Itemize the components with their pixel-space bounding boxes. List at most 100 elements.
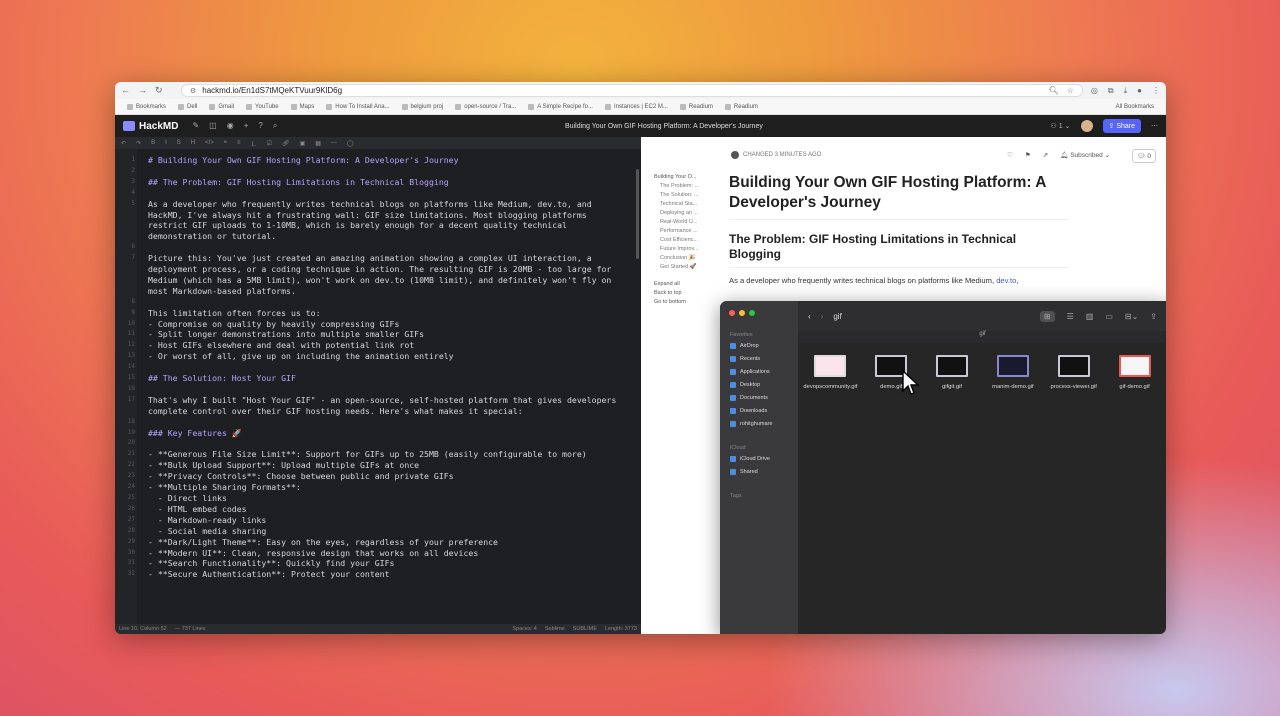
code-line[interactable]: 13 - Or worst of all, give up on includin… [128, 351, 627, 362]
ordered-list-icon[interactable]: ⒈ [251, 139, 257, 148]
code-line[interactable]: 5 As a developer who frequently writes te… [131, 199, 627, 243]
toc-action[interactable]: Go to bottom [654, 298, 699, 307]
bold-icon[interactable]: B [151, 140, 155, 146]
bookmark-item[interactable]: How To Install Ana... [326, 103, 390, 110]
code-line[interactable]: 31 - **Search Functionality**: Quickly fi… [128, 558, 627, 569]
italic-icon[interactable]: I [165, 140, 167, 146]
strike-icon[interactable]: S [177, 140, 181, 146]
all-bookmarks[interactable]: All Bookmarks [1116, 104, 1154, 110]
toc-item[interactable]: Future Improv... [654, 245, 699, 254]
markdown-editor[interactable]: ↶ ↷ B I S H </> ❝ ≡ ⒈ ☑ 🔗︎ ▣ ▦ — ◯ 1 # Bu… [115, 137, 641, 634]
extension-icon[interactable]: ◎ [1091, 86, 1098, 96]
comments-button[interactable]: 💬︎ 0 [1132, 149, 1156, 163]
list-icon[interactable]: ≡ [237, 140, 241, 146]
code-line[interactable]: 18 [128, 417, 627, 428]
bookmark-item[interactable]: Instances | EC2 M... [604, 103, 668, 110]
sidebar-item[interactable]: Desktop [720, 377, 798, 390]
code-line[interactable]: 16 [128, 384, 627, 395]
file-item[interactable]: process-viewer.gif [1045, 355, 1103, 391]
bookmark-item[interactable]: A Simple Recipe fo... [528, 103, 593, 110]
bookmark-item[interactable]: Dell [178, 103, 197, 110]
bookmark-item[interactable]: YouTube [246, 103, 279, 110]
status-item[interactable]: Sublime [545, 626, 565, 632]
comment-icon[interactable]: ◯ [347, 140, 354, 147]
code-line[interactable]: 24 - **Multiple Sharing Formats**: [128, 482, 627, 493]
status-item[interactable]: Spaces: 4 [512, 626, 536, 632]
toc-item[interactable]: Performance ... [654, 227, 699, 236]
code-line[interactable]: 9 This limitation often forces us to: [131, 308, 627, 319]
file-item[interactable]: gifgit.gif [923, 355, 981, 391]
heading-icon[interactable]: H [191, 140, 195, 146]
image-icon[interactable]: ▣ [300, 140, 306, 147]
sidebar-item[interactable]: AirDrop [720, 338, 798, 351]
toc-item[interactable]: Get Started 🚀 [654, 263, 699, 272]
toc-item[interactable]: Deploying an ... [654, 209, 699, 218]
share-button[interactable]: ⇪ Share [1102, 119, 1141, 133]
status-item[interactable]: SUBLIME [573, 626, 597, 632]
code-line[interactable]: 14 [128, 362, 627, 373]
view-mode-icon[interactable]: ◉ [227, 121, 234, 131]
code-line[interactable]: 30 - **Modern UI**: Clean, responsive des… [128, 548, 627, 559]
link-icon[interactable]: 🔗︎ [282, 140, 290, 147]
code-line[interactable]: 10 - Compromise on quality by heavily com… [128, 319, 627, 330]
sidebar-item[interactable]: Downloads [720, 403, 798, 416]
bookmark-item[interactable]: Gmail [209, 103, 234, 110]
code-line[interactable]: 17 That's why I built "Host Your GIF" - a… [128, 395, 627, 417]
share-icon[interactable]: ⇪ [1150, 312, 1157, 321]
toc-item[interactable]: The Problem: ... [654, 182, 699, 191]
subscribe-button[interactable]: 🔔︎ Subscribed ⌄ [1060, 151, 1110, 159]
table-icon[interactable]: ▦ [315, 140, 321, 147]
status-item[interactable]: Length: 3773 [605, 626, 637, 632]
code-line[interactable]: 2 [131, 166, 627, 177]
code-line[interactable]: 26 - HTML embed codes [128, 504, 627, 515]
redo-icon[interactable]: ↷ [136, 140, 141, 147]
code-line[interactable]: 25 - Direct links [128, 493, 627, 504]
file-item[interactable]: devopscommunity.gif [801, 355, 859, 391]
sidebar-item[interactable]: Applications [720, 364, 798, 377]
file-item[interactable]: gif-demo.gif [1106, 355, 1164, 391]
code-lines[interactable]: 1 # Building Your Own GIF Hosting Platfor… [128, 155, 627, 580]
quote-icon[interactable]: ❝ [224, 140, 227, 147]
back-arrow-icon[interactable]: ‹ [808, 312, 811, 321]
profile-icon[interactable]: ● [1137, 86, 1142, 96]
download-icon[interactable]: ⤓ [1124, 86, 1128, 96]
site-info-icon[interactable]: ⚙ [190, 87, 196, 95]
bookmark-item[interactable]: open-source / Tra... [455, 103, 516, 110]
code-line[interactable]: 6 [131, 242, 627, 253]
code-line[interactable]: 8 [131, 297, 627, 308]
share-link-icon[interactable]: ⇗ [1043, 151, 1048, 159]
code-line[interactable]: 11 - Split longer demonstrations into mul… [128, 329, 627, 340]
add-icon[interactable]: + [244, 121, 249, 131]
group-icon[interactable]: ⊟⌄ [1125, 312, 1138, 321]
editor-body[interactable]: 1 # Building Your Own GIF Hosting Platfor… [115, 149, 641, 624]
toc-item[interactable]: Conclusion 🎉 [654, 254, 699, 263]
menu-icon[interactable]: ⋮ [1152, 86, 1160, 96]
checklist-icon[interactable]: ☑ [267, 140, 272, 147]
sidebar-item[interactable]: Documents [720, 390, 798, 403]
icon-view-icon[interactable]: ⊞ [1039, 310, 1055, 322]
sidebar-item[interactable]: Shared [720, 464, 798, 477]
bookmark-item[interactable]: Readium [679, 103, 713, 110]
bookmark-item[interactable]: Bookmarks [127, 103, 166, 110]
toc-item[interactable]: Cost Efficienc... [654, 236, 699, 245]
star-icon[interactable]: ☆ [1067, 86, 1074, 95]
toc-item[interactable]: Technical Sta... [654, 200, 699, 209]
code-line[interactable]: 7 Picture this: You've just created an am… [131, 253, 627, 297]
sidebar-item[interactable]: Recents [720, 351, 798, 364]
file-item[interactable]: manim-demo.gif [984, 355, 1042, 391]
code-line[interactable]: 15 ## The Solution: Host Your GIF [128, 373, 627, 384]
list-view-icon[interactable]: ☰ [1067, 312, 1074, 321]
code-line[interactable]: 12 - Host GIFs elsewhere and deal with po… [128, 340, 627, 351]
zoom-icon[interactable]: 🔍︎ [1049, 86, 1059, 95]
code-line[interactable]: 22 - **Bulk Upload Support**: Upload mult… [128, 460, 627, 471]
code-line[interactable]: 3 ## The Problem: GIF Hosting Limitations… [131, 177, 627, 188]
code-line[interactable]: 20 [128, 438, 627, 449]
bookmark-item[interactable]: Readium [724, 103, 758, 110]
undo-icon[interactable]: ↶ [121, 140, 126, 147]
avatar[interactable] [1080, 120, 1093, 132]
gallery-view-icon[interactable]: ▭ [1105, 312, 1113, 321]
split-mode-icon[interactable]: ◫ [209, 121, 217, 131]
toc-action[interactable]: Expand all [654, 280, 699, 289]
minimize-icon[interactable] [739, 310, 745, 316]
code-line[interactable]: 1 # Building Your Own GIF Hosting Platfor… [131, 155, 627, 166]
